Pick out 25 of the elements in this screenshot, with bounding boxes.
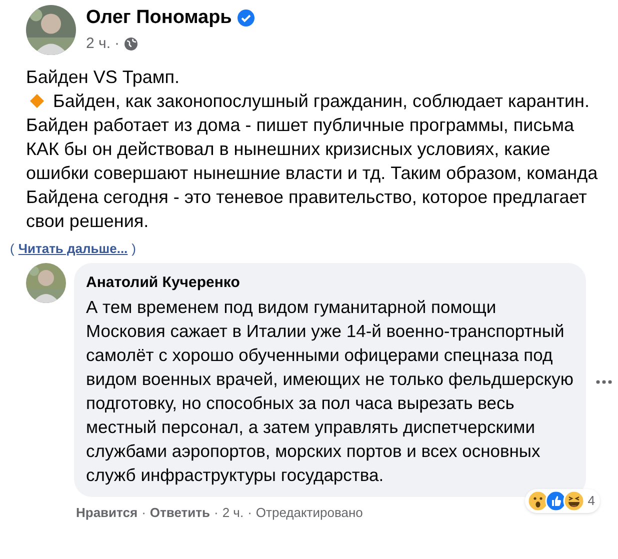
separator-dot: · [214, 504, 218, 522]
commenter-name[interactable]: Анатолий Кучеренко [86, 270, 574, 294]
author-name[interactable]: Олег Пономарь [86, 4, 232, 32]
comment-meta: 2 ч. [222, 504, 244, 522]
separator-dot: · [248, 504, 252, 522]
reply-button[interactable]: Ответить [150, 502, 210, 522]
more-options-icon[interactable] [596, 380, 612, 384]
reactions-badge[interactable]: 4 [524, 488, 600, 512]
comment-meta: Отредактировано [256, 504, 363, 522]
diamond-icon [30, 94, 44, 108]
paren: ( [10, 240, 14, 258]
comment-text: А тем временем под видом гуманитарной помощи Московия сажает в Италии уже 14-й военно-транспортный самолёт с хорошо обученными офицерами спецназа под видом военных врачей, имеющих не только фельдшерскую подготовку, но способных за пол часа вырезать весь местный персонал, а затем управлять диспетчерскими службами аэропортов, морских портов и всех основных служб инфраструктуры государства. [86, 296, 574, 486]
post-time[interactable]: 2 ч. [86, 32, 110, 55]
like-icon [544, 490, 567, 512]
globe-icon [124, 36, 138, 51]
like-button[interactable]: Нравится [76, 502, 138, 522]
post-text: Байден, как законопослушный гражданин, соблюдает карантин. Байден работает из дома - пишет публичные программы, письма КАК бы он действовал в нынешних кризисных условиях, какие ошибки совершают нынешние власти и тд. Таким образом, команда Байдена сегодня - это теневое правительство, которое предлагает свои решения. [26, 90, 599, 233]
reaction-count: 4 [588, 492, 595, 510]
laughing-emoji-icon [562, 490, 585, 512]
paren: ) [132, 240, 136, 258]
post-title: Байден VS Трамп. [26, 66, 180, 89]
read-more-link[interactable]: Читать дальше... [18, 239, 128, 258]
separator-dot: · [142, 504, 146, 522]
surprised-emoji-icon [526, 490, 549, 512]
separator-dot: · [114, 34, 120, 54]
